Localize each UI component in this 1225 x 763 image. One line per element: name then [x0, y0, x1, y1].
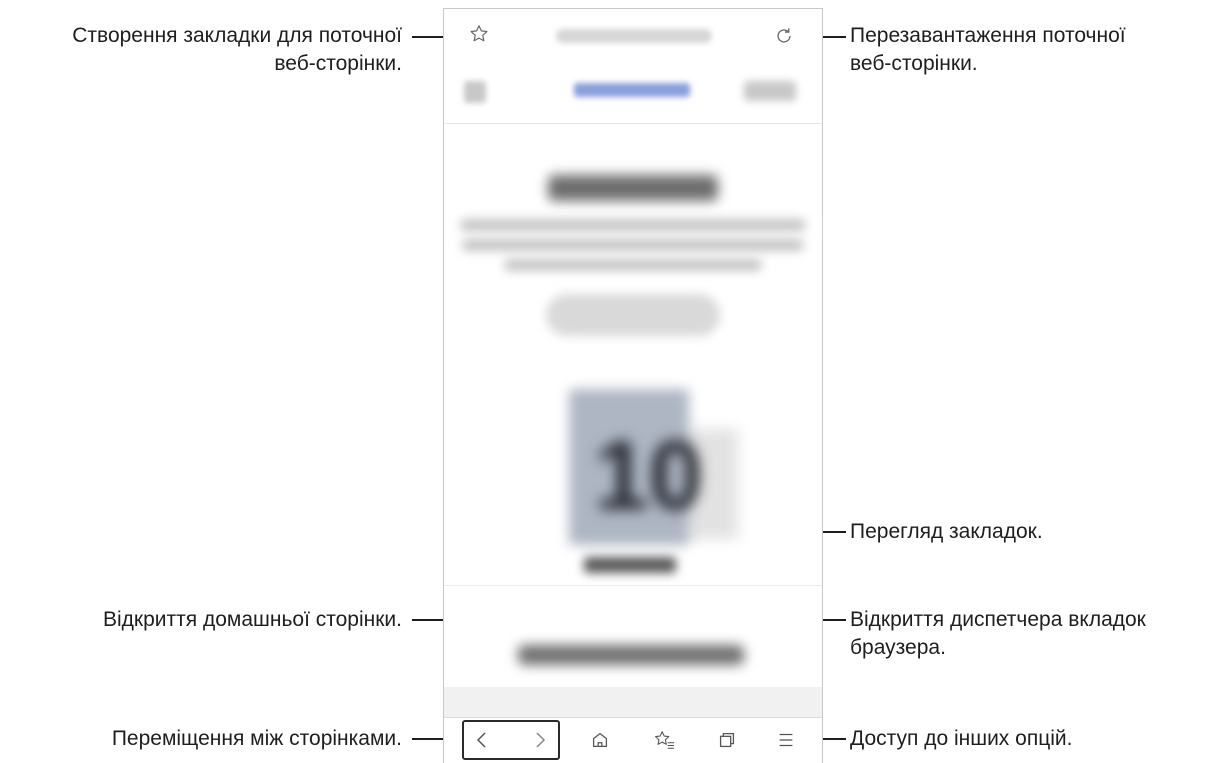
- callout-tab-manager-text: Відкриття диспетчера вкладок браузера.: [850, 608, 1146, 659]
- callout-navigate-pages-text: Переміщення між сторінками.: [111, 727, 402, 750]
- chevron-right-icon[interactable]: [528, 728, 552, 752]
- callout-view-bookmarks: Перегляд закладок.: [850, 518, 1043, 546]
- chevron-left-icon[interactable]: [470, 728, 494, 752]
- tabs-icon[interactable]: [716, 729, 738, 751]
- address-bar[interactable]: [444, 9, 822, 61]
- home-icon[interactable]: [589, 729, 611, 751]
- callout-reload: Перезавантаження поточної веб-сторінки.: [850, 22, 1126, 78]
- product-image-number: 10: [594, 420, 704, 530]
- callout-reload-text: Перезавантаження поточної веб-сторінки.: [850, 24, 1126, 75]
- website-header: [444, 61, 822, 124]
- callout-more-options-text: Доступ до інших опцій.: [850, 727, 1073, 750]
- browser-bottom-toolbar: [444, 717, 822, 763]
- section-divider: [444, 585, 822, 586]
- product-caption: [584, 557, 676, 573]
- hero-text-line: [462, 239, 804, 251]
- star-outline-icon[interactable]: [468, 23, 490, 45]
- bookmarks-list-icon[interactable]: [652, 729, 676, 751]
- menu-icon[interactable]: [775, 729, 797, 751]
- hero-text-line: [504, 259, 762, 271]
- site-logo[interactable]: [574, 83, 690, 97]
- url-text[interactable]: [556, 29, 712, 43]
- callout-navigate-pages: Переміщення між сторінками.: [112, 725, 402, 753]
- gray-section: [444, 687, 822, 717]
- callout-open-home: Відкриття домашньої сторінки.: [103, 606, 402, 634]
- explore-heading: [518, 645, 744, 665]
- callout-bookmark-current-text: Створення закладки для поточної веб-стор…: [72, 24, 402, 75]
- callout-bookmark-current: Створення закладки для поточної веб-стор…: [72, 22, 402, 78]
- callout-open-home-text: Відкриття домашньої сторінки.: [102, 608, 402, 631]
- browser-screen: 10: [443, 8, 823, 763]
- learn-more-button[interactable]: [546, 294, 720, 336]
- hero-text-line: [460, 219, 806, 231]
- callout-view-bookmarks-text: Перегляд закладок.: [850, 520, 1043, 543]
- callout-more-options: Доступ до інших опцій.: [850, 725, 1072, 753]
- hero-title: [548, 175, 718, 201]
- callout-tab-manager: Відкриття диспетчера вкладок браузера.: [850, 606, 1146, 662]
- reload-icon[interactable]: [773, 25, 795, 47]
- site-menu-icon[interactable]: [464, 81, 486, 103]
- site-cart-search-icon[interactable]: [744, 81, 796, 101]
